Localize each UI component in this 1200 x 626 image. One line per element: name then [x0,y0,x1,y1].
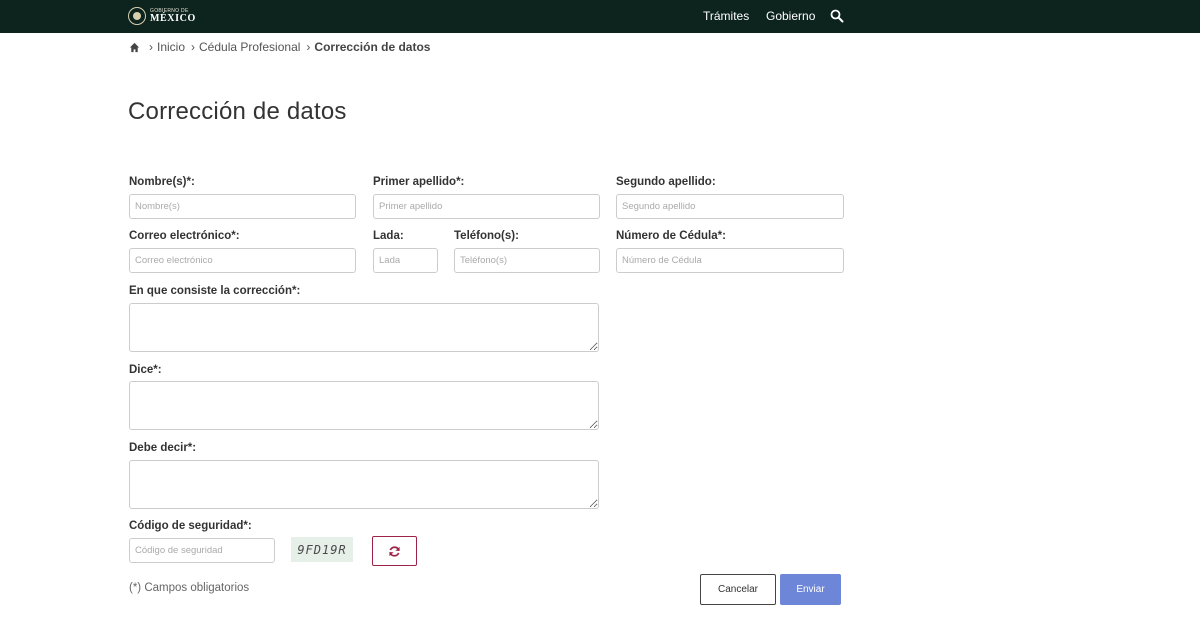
nav-gobierno[interactable]: Gobierno [766,9,815,23]
cedula-label: Número de Cédula*: [616,230,726,242]
nav-tramites[interactable]: Trámites [703,9,749,23]
correccion-label: En que consiste la corrección*: [129,285,301,297]
correo-label: Correo electrónico*: [129,230,240,242]
top-navbar: GOBIERNO DE MÉXICO Trámites Gobierno [0,0,1200,33]
page-title: Corrección de datos [128,98,347,125]
nombre-label: Nombre(s)*: [129,176,195,188]
gobierno-logo[interactable]: GOBIERNO DE MÉXICO [128,5,196,27]
debe-decir-textarea[interactable] [129,460,599,509]
search-icon[interactable] [830,9,844,23]
dice-textarea[interactable] [129,381,599,430]
primer-apellido-label: Primer apellido*: [373,176,465,188]
correccion-textarea[interactable] [129,303,599,352]
dice-label: Dice*: [129,364,162,376]
submit-button[interactable]: Enviar [780,574,841,605]
cedula-input[interactable] [616,248,844,273]
breadcrumb-separator: › [149,40,153,54]
cancel-button[interactable]: Cancelar [700,574,776,605]
breadcrumb-separator: › [191,40,196,54]
segundo-apellido-label: Segundo apellido: [616,176,716,188]
breadcrumb-cedula-profesional[interactable]: Cédula Profesional [199,40,300,54]
captcha-image: 9FD19R [291,537,353,562]
lada-input[interactable] [373,248,438,273]
primer-apellido-input[interactable] [373,194,600,219]
telefono-input[interactable] [454,248,600,273]
segundo-apellido-input[interactable] [616,194,844,219]
telefono-label: Teléfono(s): [454,230,519,242]
codigo-label: Código de seguridad*: [129,520,252,532]
refresh-captcha-button[interactable] [372,536,417,566]
correo-input[interactable] [129,248,356,273]
breadcrumb: › Inicio › Cédula Profesional › Correcci… [129,40,430,54]
logo-big-text: MÉXICO [150,12,196,24]
required-fields-note: (*) Campos obligatorios [129,582,250,594]
codigo-input[interactable] [129,538,275,563]
lada-label: Lada: [373,230,404,242]
nombre-input[interactable] [129,194,356,219]
eagle-emblem-icon [128,7,146,25]
breadcrumb-inicio[interactable]: Inicio [157,40,185,54]
debe-decir-label: Debe decir*: [129,442,197,454]
refresh-icon [389,545,400,557]
breadcrumb-current: Corrección de datos [314,40,431,54]
breadcrumb-separator: › [306,40,311,54]
home-icon[interactable] [129,42,140,53]
